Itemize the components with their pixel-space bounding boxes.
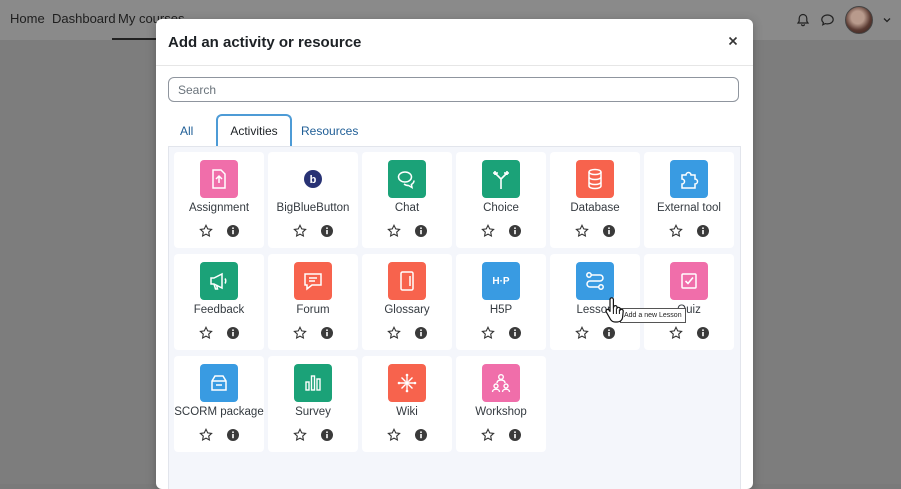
activity-card-bigbluebutton[interactable]: b BigBlueButton [268, 152, 358, 248]
info-icon[interactable] [508, 428, 522, 442]
activity-label: Wiki [396, 406, 418, 418]
scorm-icon [200, 364, 238, 402]
forum-icon [294, 262, 332, 300]
info-icon[interactable] [508, 224, 522, 238]
info-icon[interactable] [414, 326, 428, 340]
activity-label: Glossary [384, 304, 430, 316]
close-icon[interactable] [725, 33, 741, 49]
star-icon[interactable] [669, 326, 683, 340]
activity-card-scorm-package[interactable]: SCORM package [174, 356, 264, 452]
wiki-icon [388, 364, 426, 402]
h5p-glyph: H·P [492, 275, 510, 287]
activity-card-choice[interactable]: Choice [456, 152, 546, 248]
activity-card-database[interactable]: Database [550, 152, 640, 248]
star-icon[interactable] [387, 326, 401, 340]
activity-label: Workshop [475, 406, 527, 418]
lesson-tooltip: Add a new Lesson [620, 308, 686, 323]
chevron-down-icon[interactable] [883, 16, 891, 24]
activity-label: Database [570, 202, 620, 214]
star-icon[interactable] [199, 326, 213, 340]
star-icon[interactable] [481, 224, 495, 238]
info-icon[interactable] [696, 326, 710, 340]
star-icon[interactable] [575, 224, 589, 238]
tab-activities[interactable]: Activities [216, 114, 292, 147]
info-icon[interactable] [320, 326, 334, 340]
activity-card-wiki[interactable]: Wiki [362, 356, 452, 452]
info-icon[interactable] [602, 326, 616, 340]
chat-icon [388, 160, 426, 198]
activity-label: External tool [657, 202, 721, 214]
dialog-title: Add an activity or resource [168, 34, 362, 51]
activity-label: H5P [489, 304, 513, 316]
tab-all[interactable]: All [180, 115, 193, 148]
activity-label: BigBlueButton [276, 202, 350, 214]
workshop-icon [482, 364, 520, 402]
survey-icon [294, 364, 332, 402]
activity-card-workshop[interactable]: Workshop [456, 356, 546, 452]
info-icon[interactable] [414, 224, 428, 238]
star-icon[interactable] [669, 224, 683, 238]
nav-dashboard-link[interactable]: Dashboard [52, 11, 116, 26]
info-icon[interactable] [414, 428, 428, 442]
info-icon[interactable] [696, 224, 710, 238]
info-icon[interactable] [226, 224, 240, 238]
star-icon[interactable] [293, 326, 307, 340]
tab-resources[interactable]: Resources [301, 115, 358, 148]
h5p-icon: H·P [482, 262, 520, 300]
activity-label: SCORM package [174, 406, 264, 418]
bell-icon[interactable] [796, 13, 810, 27]
activity-label: Chat [394, 202, 420, 214]
info-icon[interactable] [320, 428, 334, 442]
activity-card-chat[interactable]: Chat [362, 152, 452, 248]
search-input[interactable] [168, 77, 739, 102]
star-icon[interactable] [293, 224, 307, 238]
activity-card-lesson[interactable]: Lesson [550, 254, 640, 350]
bigbluebutton-icon: b [294, 160, 332, 198]
activity-card-assignment[interactable]: Assignment [174, 152, 264, 248]
star-icon[interactable] [575, 326, 589, 340]
activity-label: Forum [296, 304, 330, 316]
dialog-header: Add an activity or resource [156, 19, 753, 66]
activity-card-glossary[interactable]: Glossary [362, 254, 452, 350]
nav-home-link[interactable]: Home [10, 11, 45, 26]
star-icon[interactable] [387, 428, 401, 442]
star-icon[interactable] [199, 224, 213, 238]
info-icon[interactable] [226, 428, 240, 442]
activity-label: Feedback [193, 304, 245, 316]
activity-card-feedback[interactable]: Feedback [174, 254, 264, 350]
info-icon[interactable] [602, 224, 616, 238]
quiz-icon [670, 262, 708, 300]
activity-card-survey[interactable]: Survey [268, 356, 358, 452]
user-avatar[interactable] [845, 6, 873, 34]
activity-label: Assignment [188, 202, 250, 214]
activity-chooser-dialog: Add an activity or resource All Activiti… [156, 19, 753, 489]
star-icon[interactable] [293, 428, 307, 442]
star-icon[interactable] [387, 224, 401, 238]
info-icon[interactable] [320, 224, 334, 238]
feedback-icon [200, 262, 238, 300]
database-icon [576, 160, 614, 198]
info-icon[interactable] [226, 326, 240, 340]
hand-pointer-icon [603, 296, 625, 324]
svg-text:b: b [310, 174, 317, 186]
activity-card-h5p[interactable]: H·P H5P [456, 254, 546, 350]
activity-card-external-tool[interactable]: External tool [644, 152, 734, 248]
star-icon[interactable] [481, 326, 495, 340]
activity-card-forum[interactable]: Forum [268, 254, 358, 350]
star-icon[interactable] [199, 428, 213, 442]
messages-icon[interactable] [820, 13, 835, 27]
star-icon[interactable] [481, 428, 495, 442]
choice-icon [482, 160, 520, 198]
activity-label: Survey [295, 406, 331, 418]
external-tool-icon [670, 160, 708, 198]
lesson-icon [576, 262, 614, 300]
activity-label: Choice [483, 202, 519, 214]
info-icon[interactable] [508, 326, 522, 340]
assignment-icon [200, 160, 238, 198]
glossary-icon [388, 262, 426, 300]
activity-card-quiz[interactable]: Quiz [644, 254, 734, 350]
